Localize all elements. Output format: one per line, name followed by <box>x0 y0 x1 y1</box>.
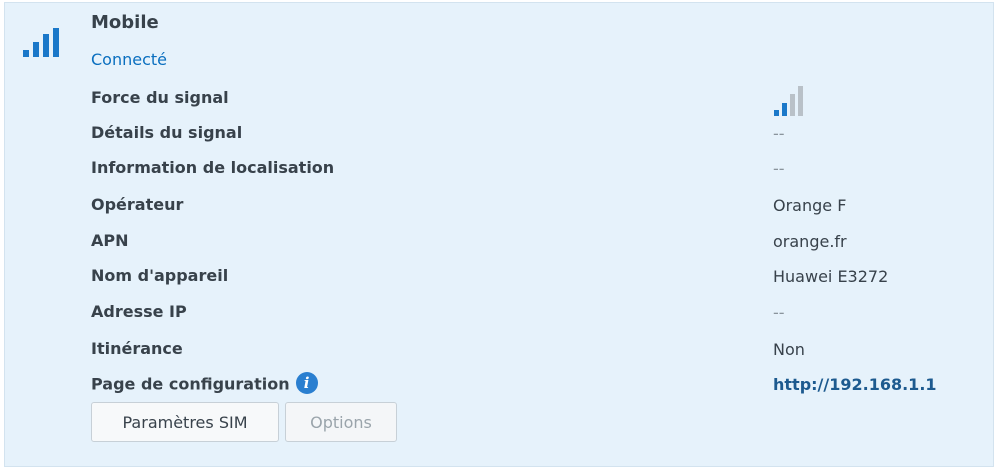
options-button[interactable]: Options <box>285 402 397 442</box>
roaming-value: Non <box>773 340 805 359</box>
signal-strength-icon <box>774 86 803 116</box>
info-icon[interactable]: i <box>295 372 318 394</box>
signal-details-value: -- <box>773 124 785 143</box>
device-name-label: Nom d'appareil <box>91 266 229 285</box>
operator-value: Orange F <box>773 196 847 215</box>
apn-value: orange.fr <box>773 232 847 251</box>
signal-strength-bar-3 <box>790 94 795 116</box>
signal-strength-bar-1 <box>774 110 779 116</box>
signal-bar-2 <box>33 42 39 57</box>
config-page-label: Page de configuration <box>91 374 290 394</box>
signal-strength-bar-2 <box>782 103 787 116</box>
signal-strength-label: Force du signal <box>91 88 229 107</box>
device-name-value: Huawei E3272 <box>773 267 889 286</box>
config-page-row: Page de configuration i <box>91 372 318 396</box>
location-info-value: -- <box>773 159 785 178</box>
operator-label: Opérateur <box>91 195 184 214</box>
apn-label: APN <box>91 231 129 250</box>
signal-bar-3 <box>43 34 49 57</box>
ip-address-value: -- <box>773 303 785 322</box>
roaming-label: Itinérance <box>91 339 183 358</box>
location-info-label: Information de localisation <box>91 158 335 177</box>
sim-settings-button[interactable]: Paramètres SIM <box>91 402 279 442</box>
mobile-network-panel: Mobile Connecté Force du signal Détails … <box>4 2 994 467</box>
ip-address-label: Adresse IP <box>91 302 187 321</box>
signal-bar-1 <box>23 50 29 57</box>
connection-title: Mobile <box>91 12 159 33</box>
signal-details-label: Détails du signal <box>91 123 243 142</box>
cellular-signal-icon <box>23 28 59 57</box>
signal-bar-4 <box>53 28 59 57</box>
connection-status: Connecté <box>91 50 167 69</box>
signal-strength-bar-4 <box>798 86 803 116</box>
config-page-link[interactable]: http://192.168.1.1 <box>773 375 937 394</box>
